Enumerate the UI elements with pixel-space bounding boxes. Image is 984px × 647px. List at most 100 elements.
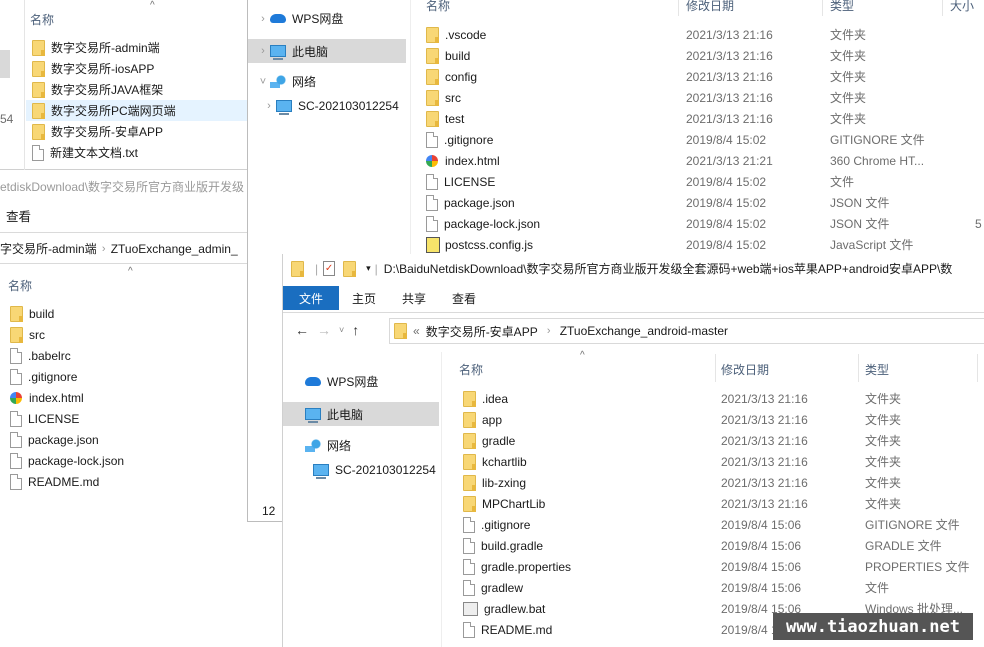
breadcrumb[interactable]: 字交易所-admin端 › ZTuoExchange_admin_	[0, 240, 238, 257]
breadcrumb-item[interactable]: 字交易所-admin端	[0, 240, 97, 257]
chevron-right-icon[interactable]: ›	[262, 100, 276, 112]
table-row[interactable]: package-lock.json	[426, 213, 676, 234]
address-bar[interactable]: « 数字交易所-安卓APP › ZTuoExchange_android-mas…	[389, 318, 984, 344]
table-row[interactable]: .gitignore	[463, 514, 713, 535]
list-item[interactable]: 新建文本文档.txt	[26, 142, 248, 163]
table-row[interactable]: test	[426, 108, 676, 129]
chevron-right-icon[interactable]: ›	[256, 13, 270, 25]
nav-item[interactable]: WPS网盘	[283, 371, 439, 392]
folder-icon	[32, 60, 45, 77]
nav-item-label: 网络	[327, 439, 352, 453]
quick-access-dropdown-icon[interactable]: ▾	[366, 263, 371, 274]
column-header-date[interactable]: 修改日期	[721, 361, 769, 378]
list-item[interactable]: LICENSE	[0, 408, 240, 429]
nav-item-label: SC-202103012254	[335, 462, 436, 477]
table-row[interactable]: LICENSE	[426, 171, 676, 192]
column-header-name[interactable]: 名称	[459, 361, 483, 378]
nav-item[interactable]: 网络	[283, 435, 439, 456]
new-folder-icon[interactable]	[343, 260, 357, 277]
list-item[interactable]: 数字交易所-安卓APP	[26, 121, 248, 142]
table-row[interactable]: .idea	[463, 388, 713, 409]
column-header-name[interactable]: 名称	[30, 11, 54, 28]
column-header-name[interactable]: 名称	[426, 0, 450, 14]
file-name: gradlew.bat	[484, 601, 546, 616]
table-row[interactable]: build	[426, 45, 676, 66]
table-row[interactable]: gradlew	[463, 577, 713, 598]
table-row[interactable]: postcss.config.js	[426, 234, 676, 255]
folder-icon	[394, 323, 407, 339]
file-name: config	[445, 69, 478, 84]
file-name: .gitignore	[444, 132, 494, 147]
ribbon-tab-home[interactable]: 主页	[339, 286, 389, 310]
ribbon-tab-view[interactable]: 查看	[6, 206, 31, 225]
nav-selection-fragment	[0, 50, 10, 78]
cell-date: 2019/8/4 15:06	[721, 559, 802, 574]
list-item[interactable]: build	[0, 303, 240, 324]
nav-item[interactable]: › 此电脑	[248, 39, 406, 63]
table-row[interactable]: kchartlib	[463, 451, 713, 472]
cell-type: 360 Chrome HT...	[830, 153, 925, 168]
breadcrumb-overflow[interactable]: «	[413, 324, 420, 338]
list-item[interactable]: 数字交易所JAVA框架	[26, 79, 248, 100]
breadcrumb-chevron-icon[interactable]: ›	[542, 325, 556, 337]
forward-arrow-icon[interactable]: →	[317, 322, 331, 338]
list-item[interactable]: index.html	[0, 387, 240, 408]
table-row[interactable]: package.json	[426, 192, 676, 213]
table-row[interactable]: README.md	[463, 619, 713, 640]
nav-fragment-text: 54	[0, 112, 14, 126]
file-name: MPChartLib	[482, 496, 546, 511]
column-header-size[interactable]: 大小	[950, 0, 974, 14]
list-item[interactable]: package.json	[0, 429, 240, 450]
column-header-date[interactable]: 修改日期	[686, 0, 734, 14]
table-row[interactable]: gradle	[463, 430, 713, 451]
breadcrumb-item[interactable]: ZTuoExchange_admin_	[111, 242, 238, 256]
list-item[interactable]: .babelrc	[0, 345, 240, 366]
list-item[interactable]: README.md	[0, 471, 240, 492]
nav-item[interactable]: SC-202103012254	[283, 459, 439, 480]
cell-date: 2019/8/4 15:02	[686, 132, 767, 147]
nav-item[interactable]: › WPS网盘	[248, 8, 406, 29]
list-item[interactable]: package-lock.json	[0, 450, 240, 471]
table-row[interactable]: gradle.properties	[463, 556, 713, 577]
column-header-type[interactable]: 类型	[865, 361, 889, 378]
nav-item[interactable]: ˅ 网络	[248, 71, 406, 92]
list-item[interactable]: 数字交易所PC端网页端	[26, 100, 248, 121]
up-arrow-icon[interactable]: ↑	[352, 322, 359, 338]
nav-item[interactable]: 此电脑	[283, 402, 439, 426]
properties-icon[interactable]: ✓	[323, 261, 336, 276]
table-row[interactable]: lib-zxing	[463, 472, 713, 493]
folder-icon	[463, 411, 476, 428]
table-row[interactable]: gradlew.bat	[463, 598, 713, 619]
list-item[interactable]: 数字交易所-admin端	[26, 37, 248, 58]
table-row[interactable]: config	[426, 66, 676, 87]
table-row[interactable]: .gitignore	[426, 129, 676, 150]
chevron-down-icon[interactable]: ˅	[256, 76, 270, 88]
cell-type: 文件夹	[865, 392, 902, 406]
table-row[interactable]: .vscode	[426, 24, 676, 45]
ribbon-tab-view[interactable]: 查看	[439, 286, 489, 310]
cell-type: 文件夹	[865, 455, 902, 469]
ribbon-tab-file[interactable]: 文件	[283, 286, 339, 310]
column-header-type[interactable]: 类型	[830, 0, 854, 14]
list-item[interactable]: 数字交易所-iosAPP	[26, 58, 248, 79]
list-item[interactable]: src	[0, 324, 240, 345]
table-row[interactable]: app	[463, 409, 713, 430]
file-name: 数字交易所-安卓APP	[51, 125, 164, 139]
table-row[interactable]: index.html	[426, 150, 676, 171]
chevron-right-icon[interactable]: ›	[256, 45, 270, 57]
ribbon-tab-share[interactable]: 共享	[389, 286, 439, 310]
table-row[interactable]: src	[426, 87, 676, 108]
file-name: .idea	[482, 391, 509, 406]
column-header-name[interactable]: 名称	[8, 277, 32, 294]
breadcrumb-item[interactable]: 数字交易所-安卓APP	[426, 323, 538, 340]
recent-locations-chevron-icon[interactable]: ˅	[339, 325, 344, 335]
list-item[interactable]: .gitignore	[0, 366, 240, 387]
file-name: 新建文本文档.txt	[50, 146, 139, 160]
nav-item[interactable]: › SC-202103012254	[248, 95, 406, 116]
file-name: app	[482, 412, 503, 427]
table-row[interactable]: MPChartLib	[463, 493, 713, 514]
back-arrow-icon[interactable]: ←	[295, 322, 309, 338]
cell-date: 2021/3/13 21:16	[721, 412, 808, 427]
table-row[interactable]: build.gradle	[463, 535, 713, 556]
breadcrumb-item[interactable]: ZTuoExchange_android-master	[560, 324, 728, 338]
